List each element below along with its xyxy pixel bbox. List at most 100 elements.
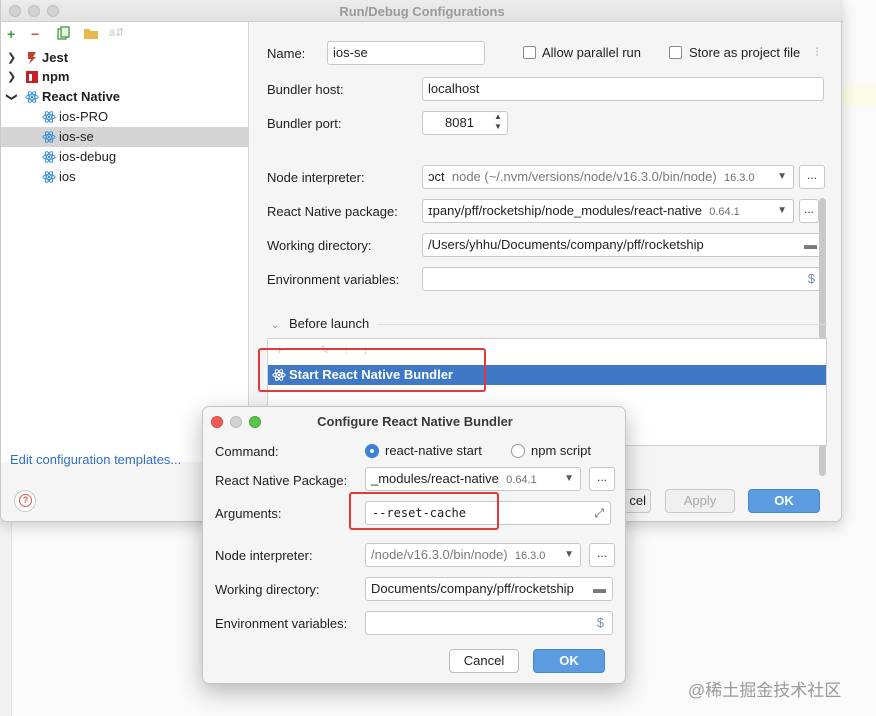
dollar-icon[interactable]: $ — [597, 612, 604, 634]
editor-line-highlight — [842, 84, 876, 106]
allow-parallel-label: Allow parallel run — [542, 45, 641, 60]
react-icon — [42, 170, 56, 184]
env-vars-input[interactable]: $ — [422, 267, 824, 291]
working-dir-label: Working directory: — [267, 238, 372, 253]
before-launch-section[interactable]: ⌄ Before launch — [271, 316, 369, 331]
sub-rn-package-browse-button[interactable]: ... — [589, 467, 615, 491]
command-option-start-label: react-native start — [385, 443, 482, 458]
dollar-icon[interactable]: $ — [808, 268, 815, 290]
sub-rn-package-version: 0.64.1 — [506, 474, 537, 486]
sub-node-interpreter-version: 16.3.0 — [514, 550, 546, 562]
sub-working-dir-label: Working directory: — [215, 582, 320, 597]
tree-item-label: ios-debug — [59, 149, 117, 164]
tree-group-label: Jest — [42, 50, 69, 65]
name-label: Name: — [267, 46, 306, 61]
chevron-down-icon: ▼ — [777, 171, 787, 182]
chevron-down-icon: ▼ — [777, 205, 787, 216]
node-interpreter-label: Node interpreter: — [267, 170, 365, 185]
npm-icon — [25, 70, 39, 84]
react-icon — [42, 150, 56, 164]
rn-package-select[interactable]: ɪpany/pff/rocketship/node_modules/react-… — [422, 199, 794, 223]
react-icon — [42, 130, 56, 144]
node-interpreter-browse-button[interactable]: ... — [799, 165, 825, 189]
bundler-host-input[interactable]: localhost — [422, 77, 824, 101]
rn-package-label: React Native package: — [267, 204, 398, 219]
chevron-down-icon: ▼ — [564, 473, 574, 484]
name-input[interactable]: ios-se — [327, 41, 485, 65]
folder-icon[interactable] — [83, 26, 99, 43]
tree-group-label: npm — [42, 69, 70, 84]
node-interpreter-version: 16.3.0 — [723, 172, 755, 184]
copy-icon[interactable] — [57, 26, 71, 43]
chevron-right-icon: ❯ — [7, 71, 17, 83]
sub-ok-button[interactable]: OK — [533, 649, 605, 673]
chevron-down-icon: ▼ — [564, 549, 574, 560]
rn-package-version: 0.64.1 — [709, 206, 740, 218]
tree-item-label: ios-se — [59, 129, 94, 144]
rn-package-browse-button[interactable]: ... — [799, 199, 819, 223]
tree-group-react-native[interactable]: ❯ React Native — [1, 87, 249, 107]
spinner-arrows-icon[interactable]: ▲ ▼ — [491, 112, 505, 134]
expand-icon[interactable]: ⤢ — [594, 502, 604, 524]
sub-working-dir-value: Documents/company/pff/rocketship — [371, 581, 574, 596]
sub-rn-package-select[interactable]: _modules/react-native 0.64.1 ▼ — [365, 467, 581, 491]
folder-icon[interactable]: ▬ — [593, 578, 606, 600]
chevron-down-icon: ❯ — [5, 92, 18, 102]
tree-item-ios-se[interactable]: ios-se — [1, 127, 249, 147]
node-interpreter-path: node (~/.nvm/versions/node/v16.3.0/bin/n… — [451, 169, 717, 184]
configure-bundler-dialog: Configure React Native Bundler Command: … — [202, 406, 626, 684]
store-project-label: Store as project file — [689, 45, 801, 60]
ok-button[interactable]: OK — [748, 489, 820, 513]
before-launch-label: Before launch — [289, 316, 370, 331]
working-dir-value: /Users/yhhu/Documents/company/pff/rocket… — [428, 237, 704, 252]
node-interpreter-prefix: ɔct — [428, 169, 445, 184]
jest-icon — [25, 51, 39, 65]
tree-item-ios[interactable]: ios — [1, 167, 249, 187]
command-label: Command: — [215, 444, 279, 459]
tree-group-jest[interactable]: ❯ Jest — [1, 48, 249, 68]
sub-rn-package-label: React Native Package: — [215, 473, 348, 488]
edit-templates-link[interactable]: Edit configuration templates... — [10, 452, 181, 467]
bundler-host-label: Bundler host: — [267, 82, 344, 97]
annotation-highlight-box — [258, 348, 486, 392]
help-button[interactable]: ? — [14, 490, 36, 512]
add-config-button[interactable]: + — [7, 26, 15, 42]
editor-gutter — [0, 520, 12, 716]
apply-button[interactable]: Apply — [665, 489, 735, 513]
tree-item-ios-debug[interactable]: ios-debug — [1, 147, 249, 167]
sub-cancel-button[interactable]: Cancel — [449, 649, 519, 673]
tree-group-npm[interactable]: ❯ npm — [1, 67, 249, 87]
sub-working-dir-input[interactable]: Documents/company/pff/rocketship ▬ — [365, 577, 613, 601]
bundler-port-value: 8081 — [445, 115, 474, 130]
sub-node-interpreter-path: /node/v16.3.0/bin/node) — [371, 547, 508, 562]
annotation-highlight-box — [349, 492, 499, 530]
watermark: @稀土掘金技术社区 — [688, 681, 842, 700]
remove-config-button[interactable]: − — [31, 26, 39, 42]
subdialog-title: Configure React Native Bundler — [317, 414, 513, 429]
arguments-label: Arguments: — [215, 506, 282, 521]
bundler-port-spinner[interactable]: 8081 ▲ ▼ — [422, 111, 508, 135]
folder-icon[interactable]: ▬ — [804, 234, 817, 256]
bundler-port-label: Bundler port: — [267, 116, 342, 131]
title-bar: Run/Debug Configurations — [1, 0, 843, 22]
config-tree-panel: + − a⇵ ❯ Jest ❯ npm ❯ React Native ios-P… — [1, 22, 249, 462]
sort-icon[interactable]: a⇵ — [109, 26, 124, 39]
command-radio-start[interactable] — [365, 444, 379, 458]
sub-env-vars-input[interactable]: $ — [365, 611, 613, 635]
node-interpreter-select[interactable]: ɔct node (~/.nvm/versions/node/v16.3.0/b… — [422, 165, 794, 189]
env-vars-label: Environment variables: — [267, 272, 400, 287]
sub-node-interpreter-select[interactable]: /node/v16.3.0/bin/node) 16.3.0 ▼ — [365, 543, 581, 567]
tree-item-label: ios — [59, 169, 76, 184]
sub-node-interpreter-browse-button[interactable]: ... — [589, 543, 615, 567]
tree-item-ios-pro[interactable]: ios-PRO — [1, 107, 249, 127]
window-title: Run/Debug Configurations — [339, 4, 505, 19]
sub-env-vars-label: Environment variables: — [215, 616, 348, 631]
allow-parallel-checkbox[interactable] — [523, 46, 536, 59]
divider — [377, 324, 827, 325]
command-radio-npm-script[interactable] — [511, 444, 525, 458]
more-options-icon[interactable]: ⁝ — [815, 44, 819, 60]
help-icon: ? — [19, 494, 32, 507]
tree-item-label: ios-PRO — [59, 109, 109, 124]
working-dir-input[interactable]: /Users/yhhu/Documents/company/pff/rocket… — [422, 233, 824, 257]
store-project-checkbox[interactable] — [669, 46, 682, 59]
